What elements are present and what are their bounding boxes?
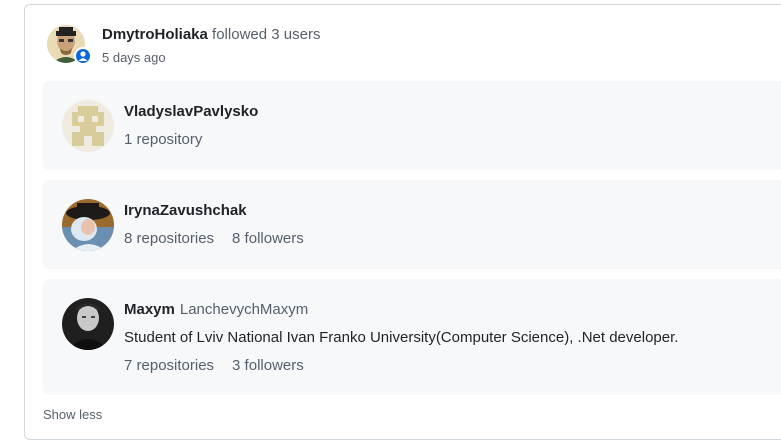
- followed-user-card: VladyslavPavlysko 1 repository: [43, 81, 781, 170]
- event-headline: DmytroHoliaka followed 3 users: [102, 26, 320, 43]
- user-name-link[interactable]: VladyslavPavlysko: [124, 103, 258, 120]
- show-less-button[interactable]: Show less: [43, 407, 102, 422]
- user-stats: 1 repository: [124, 131, 202, 148]
- user-stats: 7 repositories 3 followers: [124, 357, 304, 374]
- actor-name-link[interactable]: DmytroHoliaka: [102, 26, 208, 43]
- user-stats: 8 repositories 8 followers: [124, 230, 304, 247]
- followed-user-card: IrynaZavushchak 8 repositories 8 follower…: [43, 180, 781, 269]
- user-name-line: Maxym LanchevychMaxym: [124, 301, 308, 318]
- followers-link[interactable]: 3 followers: [232, 357, 304, 374]
- user-login[interactable]: LanchevychMaxym: [180, 301, 308, 318]
- user-avatar[interactable]: [62, 298, 114, 350]
- followed-user-card: Maxym LanchevychMaxym Student of Lviv Nat…: [43, 279, 781, 395]
- repositories-link[interactable]: 1 repository: [124, 131, 202, 148]
- followers-link[interactable]: 8 followers: [232, 230, 304, 247]
- repositories-link[interactable]: 8 repositories: [124, 230, 214, 247]
- user-name-line: VladyslavPavlysko: [124, 103, 258, 120]
- user-name-link[interactable]: IrynaZavushchak: [124, 202, 247, 219]
- event-timestamp: 5 days ago: [102, 50, 166, 65]
- user-bio: Student of Lviv National Ivan Franko Uni…: [124, 329, 679, 346]
- person-badge-icon: [74, 47, 92, 65]
- user-name-line: IrynaZavushchak: [124, 202, 247, 219]
- event-action-text: followed 3 users: [212, 26, 321, 43]
- user-avatar[interactable]: [62, 100, 114, 152]
- user-name-link[interactable]: Maxym: [124, 301, 175, 318]
- repositories-link[interactable]: 7 repositories: [124, 357, 214, 374]
- user-avatar[interactable]: [62, 199, 114, 251]
